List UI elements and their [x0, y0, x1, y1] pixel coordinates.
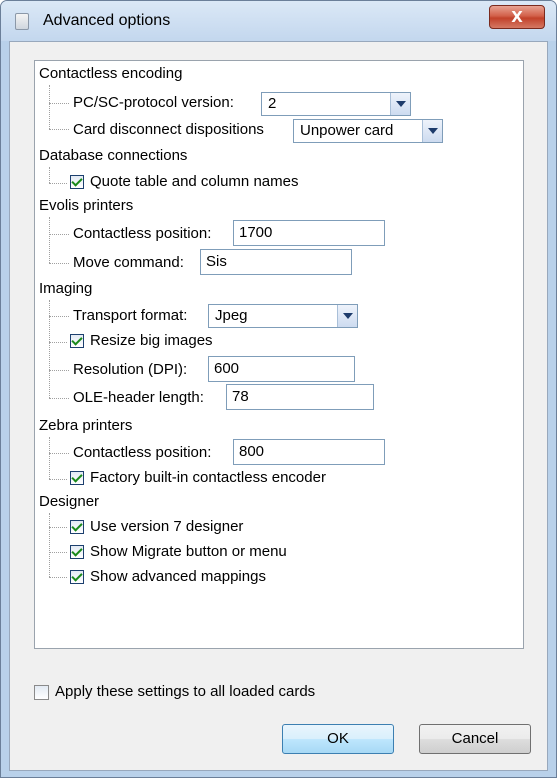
version7-designer-checkbox[interactable] [70, 520, 84, 534]
apply-all-label[interactable]: Apply these settings to all loaded cards [55, 683, 315, 700]
tree-connector [49, 527, 67, 528]
category-evolis-printers[interactable]: Evolis printers [39, 197, 133, 214]
card-disconnect-label: Card disconnect dispositions [73, 121, 264, 138]
advanced-mappings-label[interactable]: Show advanced mappings [90, 568, 266, 585]
close-button[interactable]: X [489, 5, 545, 29]
tree-connector [49, 263, 69, 264]
dialog-body: Contactless encoding PC/SC-protocol vers… [9, 41, 548, 771]
tree-connector [49, 453, 69, 454]
evolis-position-label: Contactless position: [73, 225, 212, 242]
transport-format-select[interactable]: Jpeg [208, 304, 358, 328]
category-designer[interactable]: Designer [39, 493, 99, 510]
tree-connector [49, 552, 67, 553]
tree-connector [49, 479, 67, 480]
category-imaging[interactable]: Imaging [39, 280, 92, 297]
tree-connector [49, 577, 67, 578]
tree-connector [49, 234, 69, 235]
evolis-position-value: 1700 [239, 224, 273, 241]
tree-connector [49, 437, 50, 479]
chevron-down-icon[interactable] [422, 120, 442, 142]
category-contactless-encoding[interactable]: Contactless encoding [39, 65, 182, 82]
card-disconnect-select[interactable]: Unpower card [293, 119, 443, 143]
move-command-input[interactable]: Sis [200, 249, 352, 275]
factory-encoder-label[interactable]: Factory built-in contactless encoder [90, 469, 326, 486]
tree-connector [49, 316, 69, 317]
move-command-value: Sis [206, 253, 227, 270]
tree-connector [49, 129, 69, 130]
advanced-mappings-checkbox[interactable] [70, 570, 84, 584]
show-migrate-checkbox[interactable] [70, 545, 84, 559]
card-disconnect-value: Unpower card [300, 122, 394, 139]
tree-connector [49, 300, 50, 398]
quote-names-checkbox[interactable] [70, 175, 84, 189]
transport-format-value: Jpeg [215, 307, 248, 324]
pcsc-protocol-value: 2 [268, 95, 277, 112]
title-bar[interactable]: Advanced options X [1, 1, 556, 41]
resize-images-label[interactable]: Resize big images [90, 332, 213, 349]
tree-connector [49, 183, 67, 184]
category-database-connections[interactable]: Database connections [39, 147, 187, 164]
tree-connector [49, 103, 69, 104]
tree-connector [49, 342, 67, 343]
ole-header-value: 78 [232, 388, 249, 405]
tree-connector [49, 398, 69, 399]
quote-names-label[interactable]: Quote table and column names [90, 173, 298, 190]
options-tree[interactable]: Contactless encoding PC/SC-protocol vers… [34, 60, 524, 649]
resize-images-checkbox[interactable] [70, 334, 84, 348]
window-title: Advanced options [43, 12, 171, 29]
tree-connector [49, 85, 50, 129]
factory-encoder-checkbox[interactable] [70, 471, 84, 485]
apply-all-checkbox[interactable] [34, 685, 49, 700]
category-zebra-printers[interactable]: Zebra printers [39, 417, 132, 434]
ok-button[interactable]: OK [282, 724, 394, 754]
tree-connector [49, 513, 50, 577]
resolution-input[interactable]: 600 [208, 356, 355, 382]
tree-connector [49, 217, 50, 263]
zebra-position-label: Contactless position: [73, 444, 212, 461]
resolution-label: Resolution (DPI): [73, 361, 188, 378]
pcsc-protocol-label: PC/SC-protocol version: [73, 94, 234, 111]
zebra-position-input[interactable]: 800 [233, 439, 385, 465]
cancel-button[interactable]: Cancel [419, 724, 531, 754]
resolution-value: 600 [214, 360, 240, 377]
chevron-down-icon[interactable] [337, 305, 357, 327]
move-command-label: Move command: [73, 254, 184, 271]
chevron-down-icon[interactable] [390, 93, 410, 115]
version7-designer-label[interactable]: Use version 7 designer [90, 518, 243, 535]
tree-connector [49, 370, 69, 371]
document-icon [15, 13, 29, 30]
ole-header-input[interactable]: 78 [226, 384, 374, 410]
zebra-position-value: 800 [239, 443, 265, 460]
pcsc-protocol-select[interactable]: 2 [261, 92, 411, 116]
tree-connector [49, 167, 50, 183]
evolis-position-input[interactable]: 1700 [233, 220, 385, 246]
show-migrate-label[interactable]: Show Migrate button or menu [90, 543, 287, 560]
transport-format-label: Transport format: [73, 307, 188, 324]
advanced-options-window: Advanced options X Contactless encoding … [0, 0, 557, 778]
ole-header-label: OLE-header length: [73, 389, 204, 406]
